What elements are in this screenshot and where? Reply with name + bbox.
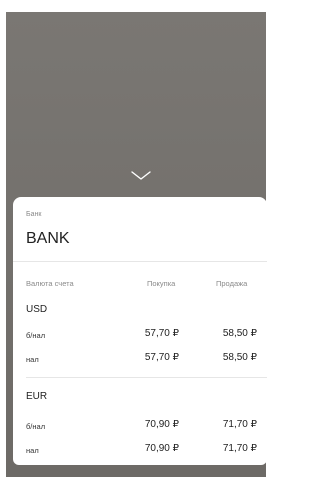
buy-value: 57,70 ₽ [144,352,179,363]
currency-usd: USD [26,304,48,315]
header-currency: Валюта счета [26,279,74,288]
exchange-rates-sheet: Банк BANK Валюта счета Покупка Продажа U… [13,197,267,465]
screen: Банк BANK Валюта счета Покупка Продажа U… [0,0,270,477]
row-label: нал [26,355,39,364]
header-sell: Продажа [216,279,248,288]
buy-value: 57,70 ₽ [144,328,179,339]
row-label: нал [26,446,39,455]
chevron-down-icon[interactable] [130,170,152,182]
bank-caption: Банк [26,211,42,218]
header-buy: Покупка [147,279,176,288]
currency-eur: EUR [26,391,48,402]
divider [13,261,267,262]
buy-value: 70,90 ₽ [144,443,179,454]
sell-value: 58,50 ₽ [222,328,257,339]
sell-value: 71,70 ₽ [222,443,257,454]
row-label: б/нал [26,422,46,431]
divider [26,377,267,378]
bank-name: BANK [26,230,70,247]
sell-value: 58,50 ₽ [222,352,257,363]
sell-value: 71,70 ₽ [222,419,257,430]
row-label: б/нал [26,331,46,340]
buy-value: 70,90 ₽ [144,419,179,430]
